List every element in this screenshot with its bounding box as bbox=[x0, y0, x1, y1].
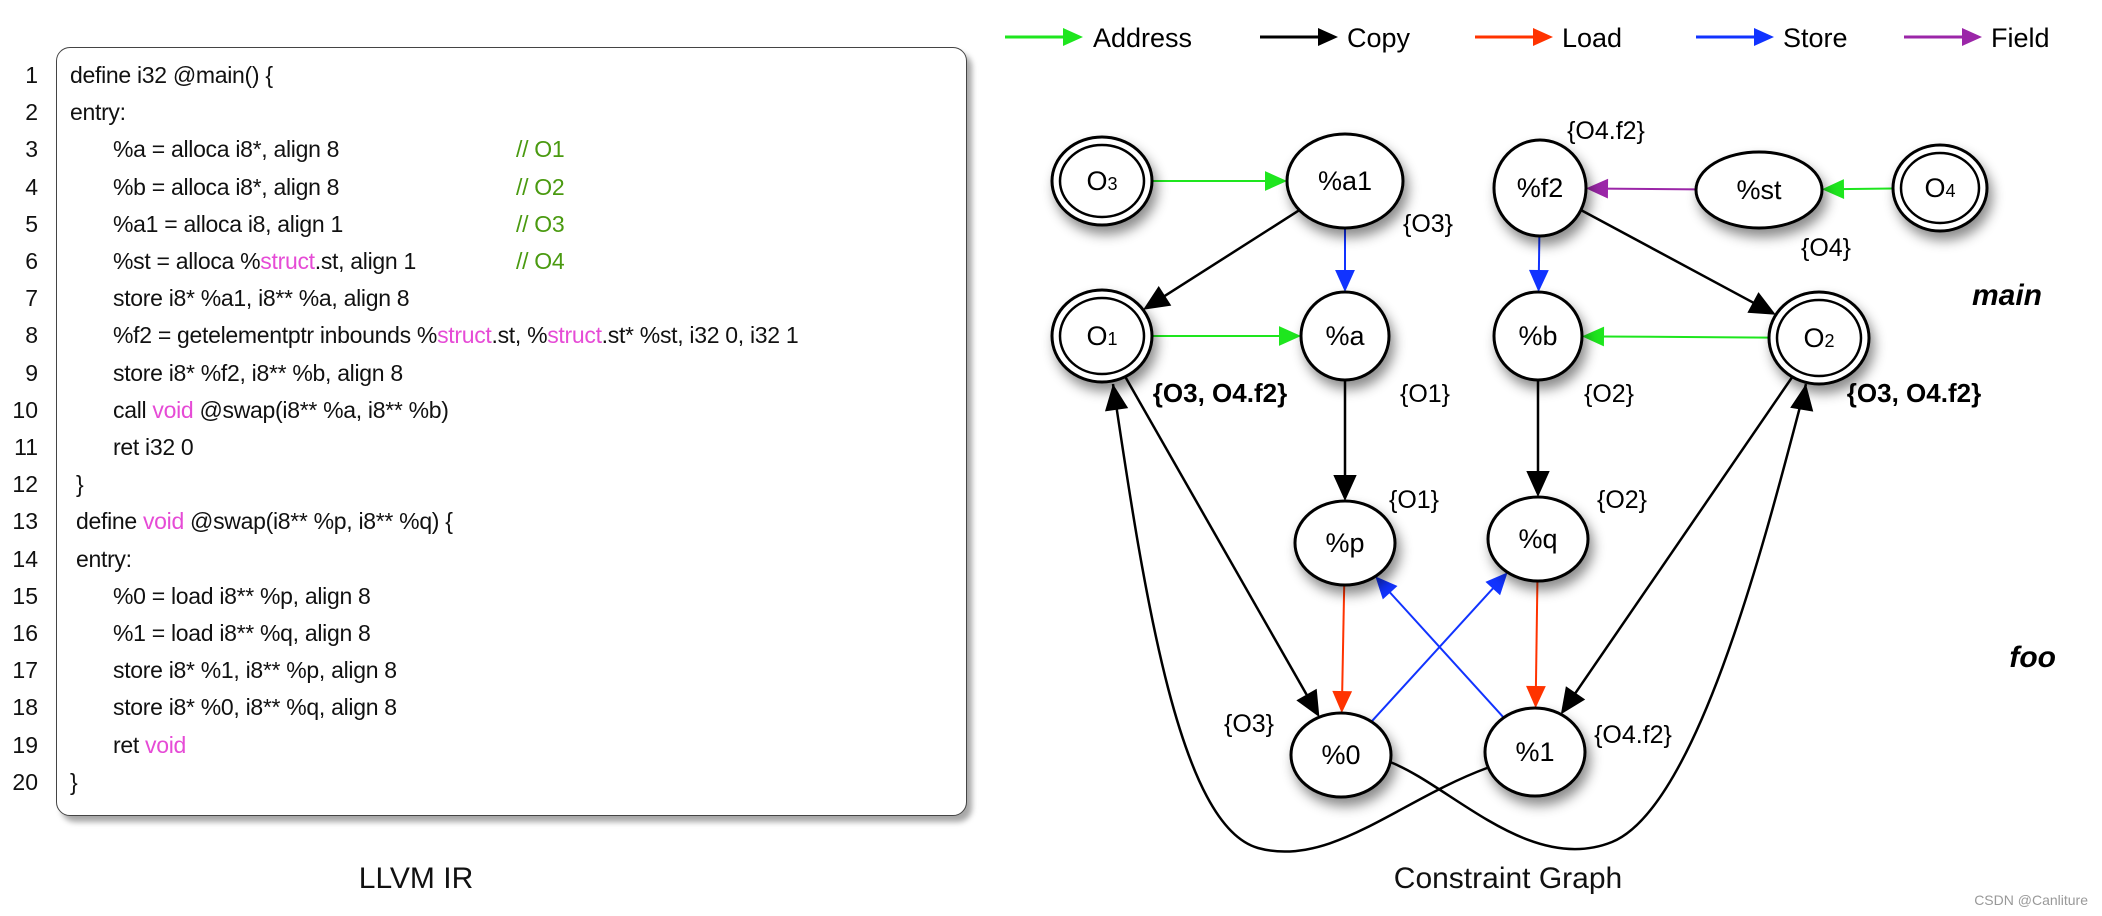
legend-copy-arrow-icon bbox=[1318, 28, 1338, 46]
node-p[interactable]: %p bbox=[1293, 499, 1397, 587]
legend-address-label: Address bbox=[1093, 23, 1192, 53]
node-label-text: O bbox=[1086, 321, 1107, 351]
node-O1[interactable]: O1 bbox=[1050, 288, 1154, 384]
node-label-subscript: 2 bbox=[1825, 331, 1835, 351]
edge-address-O4-to-st-arrow-icon bbox=[1821, 179, 1845, 199]
node-O2[interactable]: O2 bbox=[1767, 290, 1871, 386]
node-label-text: O bbox=[1086, 166, 1107, 196]
node-label-text: %p bbox=[1325, 528, 1364, 558]
legend-copy-label: Copy bbox=[1347, 23, 1411, 53]
edge-load-q-to-v1 bbox=[1534, 580, 1539, 691]
edge-address-O4-to-st bbox=[1839, 187, 1894, 191]
watermark: CSDN @Canliture bbox=[1974, 892, 2088, 908]
points-to-set-a: {O1} bbox=[1400, 380, 1450, 408]
edge-copy-a1-to-O1 bbox=[1159, 209, 1301, 300]
legend-field-label: Field bbox=[1991, 23, 2050, 53]
points-to-set-st: {O4} bbox=[1801, 234, 1851, 262]
edge-address-O3-to-a1-arrow-icon bbox=[1265, 171, 1287, 191]
legend-store-arrow-icon bbox=[1754, 28, 1774, 46]
edge-load-q-to-v1-arrow-icon bbox=[1526, 685, 1546, 709]
region-label-main: main bbox=[1972, 279, 2042, 312]
edge-store-v1-to-p bbox=[1386, 588, 1505, 719]
points-to-set-q: {O2} bbox=[1597, 486, 1647, 514]
node-label: %0 bbox=[1321, 740, 1360, 770]
node-label-text: O bbox=[1924, 173, 1945, 203]
edge-address-O2-to-b bbox=[1599, 335, 1770, 339]
edge-copy-O2-to-v1 bbox=[1571, 376, 1794, 698]
node-O4[interactable]: O4 bbox=[1891, 143, 1989, 233]
node-label-subscript: 1 bbox=[1108, 329, 1118, 349]
node-label-text: %b bbox=[1518, 321, 1557, 351]
constraint-graph: Address Copy Load Store Field O3 %a1 %f2 %st O4O… bbox=[1005, 23, 2056, 853]
points-to-set-f2: {O4.f2} bbox=[1567, 117, 1645, 145]
edge-copy-b-to-q-arrow-icon bbox=[1526, 471, 1550, 497]
points-to-set-a1: {O3} bbox=[1403, 210, 1453, 238]
edge-load-p-to-v0-arrow-icon bbox=[1332, 690, 1353, 714]
node-label: %b bbox=[1518, 321, 1557, 351]
constraint-graph-caption: Constraint Graph bbox=[1393, 862, 1623, 895]
node-st[interactable]: %st bbox=[1694, 150, 1824, 230]
edge-address-O1-to-a-arrow-icon bbox=[1279, 326, 1301, 346]
node-f2[interactable]: %f2 bbox=[1492, 138, 1588, 238]
legend-field-arrow-icon bbox=[1962, 28, 1982, 46]
edge-address-O2-to-b-arrow-icon bbox=[1581, 326, 1605, 347]
node-label-text: %1 bbox=[1515, 737, 1554, 767]
node-label-text: %a1 bbox=[1318, 166, 1372, 196]
node-b[interactable]: %b bbox=[1492, 290, 1584, 382]
node-label: %q bbox=[1518, 524, 1557, 554]
points-to-set-v0: {O3} bbox=[1224, 710, 1274, 738]
node-label-text: %0 bbox=[1321, 740, 1360, 770]
edge-copy-v0-to-O2-arrow-icon bbox=[1790, 384, 1814, 412]
node-label: %f2 bbox=[1517, 173, 1564, 203]
edge-copy-f2-to-O2-arrow-icon bbox=[1747, 292, 1776, 315]
node-label-text: %a bbox=[1325, 321, 1365, 351]
node-v0[interactable]: %0 bbox=[1289, 711, 1393, 799]
points-to-set-p: {O1} bbox=[1389, 486, 1439, 514]
edge-copy-O1-to-v0-arrow-icon bbox=[1296, 688, 1320, 718]
node-label: %p bbox=[1325, 528, 1364, 558]
node-label-subscript: 4 bbox=[1946, 181, 1956, 201]
node-label-text: O bbox=[1803, 323, 1824, 353]
node-label: %1 bbox=[1515, 737, 1554, 767]
edge-copy-O1-to-v0 bbox=[1124, 376, 1311, 700]
node-label: %a1 bbox=[1318, 166, 1372, 196]
node-label-subscript: 3 bbox=[1108, 174, 1118, 194]
edge-load-p-to-v0 bbox=[1341, 584, 1346, 696]
edge-field-st-to-f2-arrow-icon bbox=[1585, 178, 1609, 199]
node-v1[interactable]: %1 bbox=[1483, 706, 1587, 798]
legend-load-label: Load bbox=[1562, 23, 1622, 53]
edge-copy-a1-to-O1-arrow-icon bbox=[1143, 285, 1172, 310]
legend-address-arrow-icon bbox=[1063, 28, 1083, 46]
node-label: %a bbox=[1325, 321, 1365, 351]
node-label-text: %st bbox=[1736, 175, 1782, 205]
node-label-text: %q bbox=[1518, 524, 1557, 554]
points-to-set-O1: {O3, O4.f2} bbox=[1153, 378, 1287, 408]
edge-store-f2-to-b-arrow-icon bbox=[1528, 269, 1549, 293]
node-q[interactable]: %q bbox=[1486, 495, 1590, 583]
edge-store-f2-to-b bbox=[1537, 235, 1541, 275]
edge-store-a1-to-a-arrow-icon bbox=[1335, 270, 1355, 292]
node-O3[interactable]: O3 bbox=[1050, 135, 1154, 227]
edge-copy-v1-to-O1-arrow-icon bbox=[1104, 384, 1129, 412]
node-a[interactable]: %a bbox=[1299, 290, 1391, 382]
edge-copy-O2-to-v1-arrow-icon bbox=[1560, 686, 1586, 715]
node-label: %st bbox=[1736, 175, 1782, 205]
edge-field-st-to-f2 bbox=[1603, 187, 1697, 191]
edge-copy-v0-to-O2 bbox=[1389, 383, 1808, 851]
legend-store-label: Store bbox=[1783, 23, 1848, 53]
legend-load-arrow-icon bbox=[1533, 28, 1553, 46]
points-to-set-O2: {O3, O4.f2} bbox=[1847, 378, 1981, 408]
legend: Address Copy Load Store Field bbox=[1005, 23, 2050, 53]
points-to-set-v1: {O4.f2} bbox=[1594, 721, 1672, 749]
points-to-set-b: {O2} bbox=[1584, 380, 1634, 408]
edge-copy-a-to-p-arrow-icon bbox=[1333, 475, 1357, 501]
region-label-foo: foo bbox=[2009, 641, 2056, 674]
node-label-text: %f2 bbox=[1517, 173, 1564, 203]
node-a1[interactable]: %a1 bbox=[1285, 132, 1405, 230]
edge-store-v0-to-q bbox=[1370, 584, 1497, 723]
